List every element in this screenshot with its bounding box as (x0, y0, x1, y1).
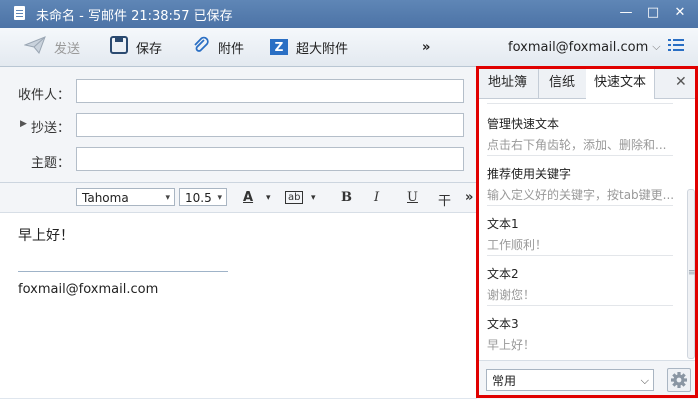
tab-quick-text[interactable]: 快速文本 (586, 67, 655, 99)
to-field[interactable] (76, 79, 464, 103)
signature-email: foxmail@foxmail.com (18, 282, 159, 297)
quick-text-item-2[interactable]: 文本2 谢谢您！ (487, 265, 673, 303)
save-button[interactable]: 保存 (110, 36, 163, 58)
scrollbar-thumb[interactable]: ≡ (687, 189, 696, 359)
save-icon (110, 36, 128, 58)
font-select[interactable]: Tahoma ▾ (76, 188, 175, 206)
window-title: 未命名 - 写邮件 21:38:57 已保存 (36, 9, 233, 24)
document-icon (14, 6, 25, 20)
attach-label: 附件 (218, 41, 245, 57)
chevron-down-icon: ▾ (165, 193, 170, 203)
subject-label: 主题： (30, 156, 70, 171)
close-button[interactable]: ✕ (670, 4, 690, 22)
category-select[interactable]: 常用 ⌵ (486, 369, 654, 391)
panel-footer: 常用 ⌵ (477, 360, 698, 399)
big-attach-icon: Z (270, 39, 288, 55)
font-size-select[interactable]: 10.5 ▾ (179, 188, 227, 206)
divider (487, 205, 673, 206)
format-toolbar: Tahoma ▾ 10.5 ▾ A ▾ ab ▾ B I U 干 » (0, 183, 476, 213)
cc-field[interactable] (76, 113, 464, 137)
font-color-button[interactable]: A (243, 190, 253, 205)
quick-text-preview: 早上好！ (487, 338, 536, 352)
big-attach-label: 超大附件 (296, 41, 349, 57)
quick-text-preview: 谢谢您！ (487, 288, 536, 302)
toolbar: 发送 保存 附件 Z 超大附件 » foxmail@foxmail.com ⌵ (0, 28, 698, 67)
send-icon (23, 36, 46, 58)
quick-text-title: 文本2 (487, 267, 519, 281)
panel-close-button[interactable]: ✕ (675, 74, 687, 90)
account-selector[interactable]: foxmail@foxmail.com ⌵ (508, 37, 661, 57)
compose-pane: 收件人： ▶ 抄送： 主题： Tahoma ▾ 10.5 ▾ A ▾ ab ▾ … (0, 67, 476, 398)
subject-field[interactable] (76, 147, 464, 171)
quick-text-item-1[interactable]: 文本1 工作顺利！ (487, 215, 673, 253)
quick-text-preview: 输入定义好的关键字，按tab键更... (487, 188, 673, 202)
quick-text-item-3[interactable]: 文本3 早上好！ (487, 315, 673, 353)
font-value: Tahoma (82, 191, 129, 205)
main-menu-button[interactable] (668, 37, 684, 57)
send-button[interactable]: 发送 (23, 36, 81, 58)
title-bar: 未命名 - 写邮件 21:38:57 已保存 — □ ✕ (0, 0, 698, 28)
signature-divider (18, 271, 228, 272)
quick-text-item-manage[interactable]: 管理快速文本 点击右下角齿轮，添加、删除和... (487, 115, 673, 153)
panel-scrollbar[interactable]: ≡ (686, 107, 696, 359)
quick-text-title: 文本1 (487, 217, 519, 231)
cc-label: 抄送： (30, 121, 70, 136)
category-value: 常用 (492, 374, 517, 388)
quick-text-title: 推荐使用关键字 (487, 167, 572, 181)
menu-icon (668, 38, 684, 56)
quick-text-preview: 点击右下角齿轮，添加、删除和... (487, 138, 667, 152)
compose-header: 收件人： ▶ 抄送： 主题： (0, 67, 476, 183)
save-label: 保存 (136, 41, 163, 57)
tab-stationery[interactable]: 信纸 (538, 67, 587, 98)
minimize-button[interactable]: — (616, 4, 636, 22)
font-size-value: 10.5 (185, 191, 212, 205)
side-panel: 地址簿 信纸 快速文本 ✕ 管理快速文本 点击右下角齿轮，添加、删除和... 推… (476, 67, 698, 399)
grip-icon: ≡ (688, 268, 696, 278)
quick-text-item-keywords[interactable]: 推荐使用关键字 输入定义好的关键字，按tab键更... (487, 165, 673, 203)
toolbar-more-button[interactable]: » (422, 37, 430, 57)
big-attach-button[interactable]: Z 超大附件 (270, 37, 348, 57)
bold-button[interactable]: B (341, 190, 352, 205)
highlight-button[interactable]: ab (285, 191, 304, 204)
chevron-down-icon: ⌵ (652, 40, 661, 53)
gear-icon (668, 372, 690, 395)
highlight-dropdown[interactable]: ▾ (311, 193, 316, 203)
message-body[interactable]: 早上好！ foxmail@foxmail.com (0, 213, 476, 398)
quick-text-title: 文本3 (487, 317, 519, 331)
chevron-down-icon: ▾ (217, 193, 222, 203)
font-color-dropdown[interactable]: ▾ (266, 193, 271, 203)
maximize-button[interactable]: □ (643, 4, 663, 22)
tab-address-book[interactable]: 地址簿 (477, 67, 539, 98)
quick-text-settings-button[interactable] (667, 368, 691, 392)
quick-text-title: 管理快速文本 (487, 117, 560, 131)
panel-tabs: 地址簿 信纸 快速文本 ✕ (477, 67, 698, 99)
divider (487, 255, 673, 256)
divider (487, 103, 673, 104)
paperclip-icon (192, 36, 210, 58)
italic-button[interactable]: I (374, 190, 379, 205)
underline-button[interactable]: U (407, 190, 418, 205)
attach-button[interactable]: 附件 (192, 36, 245, 58)
divider (487, 155, 673, 156)
to-label: 收件人： (17, 88, 70, 103)
send-label: 发送 (54, 41, 81, 57)
strikethrough-button[interactable]: 干 (438, 190, 451, 209)
chevron-down-icon: ⌵ (640, 374, 649, 387)
format-more-button[interactable]: » (465, 190, 473, 205)
quick-text-preview: 工作顺利！ (487, 238, 548, 252)
body-greeting: 早上好！ (18, 228, 74, 244)
account-email: foxmail@foxmail.com (508, 39, 649, 55)
divider (487, 305, 673, 306)
